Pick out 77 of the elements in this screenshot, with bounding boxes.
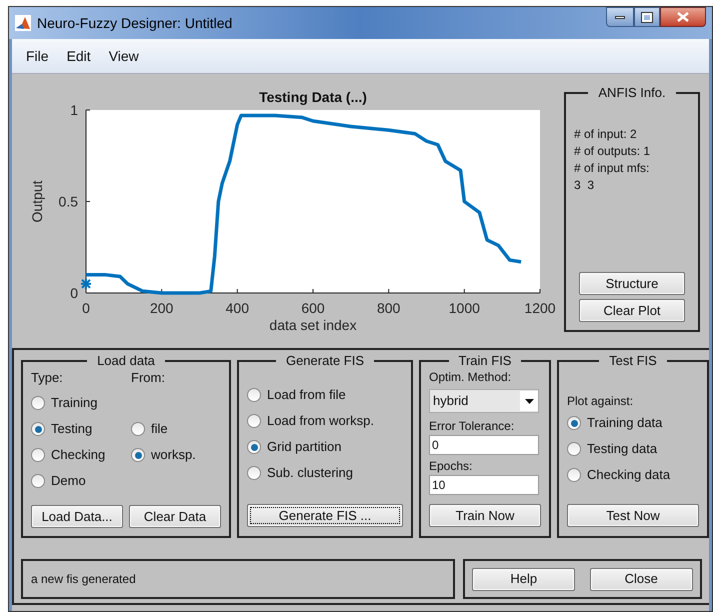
axis-label: Output [29, 180, 45, 223]
maximize-icon[interactable] [634, 7, 660, 27]
radio-label: Grid partition [267, 438, 342, 456]
push-button[interactable]: Generate FIS ... [247, 504, 403, 528]
info-text: 3 3 [574, 177, 596, 194]
panel-title: Generate FIS [284, 354, 366, 368]
radio-label: Training data [587, 414, 662, 432]
radio-button[interactable] [247, 440, 261, 454]
radio-button[interactable] [567, 468, 581, 482]
tick-label: 400 [226, 300, 250, 316]
radio-label: Demo [51, 472, 86, 490]
tick-label: 1200 [524, 300, 555, 316]
input-field[interactable]: 10 [429, 475, 539, 495]
menu-item[interactable]: View [108, 46, 139, 66]
method-dropdown[interactable]: hybrid [429, 389, 539, 413]
panel-title: Load data [96, 354, 156, 368]
panel-title: Train FIS [458, 354, 512, 368]
radio-button[interactable] [131, 422, 145, 436]
radio-label: Checking data [587, 466, 670, 484]
tick-label: 600 [301, 300, 325, 316]
tick-label: 0.5 [58, 194, 78, 210]
input-field[interactable]: 0 [429, 435, 539, 455]
radio-label: Load from worksp. [267, 412, 374, 430]
group-label: Type: [31, 369, 64, 387]
axis-label: data set index [269, 317, 357, 333]
close-icon[interactable] [660, 7, 706, 27]
info-text: # of outputs: 1 [574, 143, 652, 160]
menu-item[interactable]: File [26, 46, 49, 66]
tick-label: 800 [376, 300, 400, 316]
group-label: From: [131, 369, 166, 387]
status-text: a new fis generated [31, 572, 136, 586]
field-label: Epochs: [429, 458, 474, 475]
panel-title: ANFIS Info. [597, 86, 667, 100]
radio-button[interactable] [31, 422, 45, 436]
tick-label: 200 [150, 300, 174, 316]
radio-button[interactable] [31, 448, 45, 462]
push-button[interactable]: Close [590, 568, 693, 590]
radio-button[interactable] [567, 442, 581, 456]
push-button[interactable]: Clear Plot [579, 299, 685, 322]
push-button[interactable]: Test Now [567, 504, 699, 528]
app-logo-icon [15, 15, 31, 31]
radio-label: worksp. [151, 446, 196, 464]
radio-label: Training [51, 394, 98, 412]
window-title: Neuro-Fuzzy Designer: Untitled [37, 14, 232, 33]
radio-label: Checking [51, 446, 106, 464]
group-label: Plot against: [567, 393, 634, 410]
tick-label: 1 [70, 102, 78, 118]
push-button[interactable]: Load Data... [31, 505, 123, 528]
tick-label: 0 [70, 285, 78, 301]
radio-button[interactable] [31, 396, 45, 410]
radio-button[interactable] [247, 466, 261, 480]
field-label: Error Tolerance: [429, 418, 516, 435]
radio-label: Testing [51, 420, 92, 438]
radio-button[interactable] [131, 448, 145, 462]
star-marker [81, 278, 91, 289]
radio-label: Sub. clustering [267, 464, 353, 482]
radio-label: Testing data [587, 440, 658, 458]
push-button[interactable]: Structure [579, 272, 685, 295]
push-button[interactable]: Help [472, 568, 576, 590]
minimize-icon[interactable] [606, 7, 634, 27]
info-text: # of input mfs: [574, 160, 650, 177]
radio-button[interactable] [247, 414, 261, 428]
tick-label: 0 [82, 300, 90, 316]
panel-title: Test FIS [608, 354, 658, 368]
radio-button[interactable] [247, 388, 261, 402]
caret-icon [524, 398, 534, 404]
push-button[interactable]: Clear Data [129, 505, 221, 528]
push-button[interactable]: Train Now [429, 504, 541, 528]
radio-button[interactable] [31, 474, 45, 488]
radio-label: Load from file [267, 386, 346, 404]
field-label: Optim. Method: [429, 369, 512, 386]
chart-title: Testing Data (...) [259, 89, 367, 105]
tick-label: 1000 [448, 300, 480, 316]
menu-item[interactable]: Edit [66, 46, 91, 66]
radio-label: file [151, 420, 168, 438]
radio-button[interactable] [567, 416, 581, 430]
info-text: # of input: 2 [574, 126, 638, 143]
